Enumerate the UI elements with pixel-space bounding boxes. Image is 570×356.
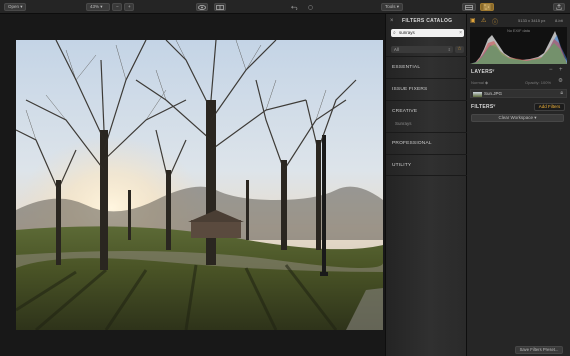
zoom-out-button[interactable]: − [112, 3, 122, 11]
right-panel: ▣ ⚠ ⓘ 5133 x 3415 px 8-bit No EXIF data … [467, 14, 570, 356]
histogram: No EXIF data [470, 27, 567, 64]
section-label: ESSENTIAL [392, 65, 421, 70]
catalog-section-issue-fixers[interactable]: ISSUE FIXERS [386, 78, 468, 100]
layers-toggle-icon[interactable]: ▾ [492, 68, 495, 74]
category-filter-value: All [394, 47, 399, 52]
tools-select[interactable]: Tools ▾ [381, 3, 403, 11]
clear-search-icon[interactable]: × [459, 29, 462, 37]
layer-name: Sun.JPG [484, 91, 503, 96]
favorites-icon[interactable]: ☆ [455, 46, 464, 53]
select-arrows-icon: ⇕ [447, 47, 451, 52]
info-icons: ▣ ⚠ ⓘ [470, 17, 520, 26]
clear-workspace-button[interactable]: Clear Workspace ▾ [471, 114, 564, 122]
filters-title[interactable]: FILTERS [471, 104, 494, 110]
catalog-section-essential[interactable]: ESSENTIAL [386, 56, 468, 78]
filters-catalog-panel: × FILTERS CATALOG ⌕ sunrays × All ⇕ ☆ ES… [385, 14, 468, 356]
lock-icon[interactable]: 🔒︎ [560, 90, 563, 96]
catalog-section-professional[interactable]: PROFESSIONAL [386, 132, 468, 154]
image-icon[interactable]: ▣ [470, 17, 476, 24]
section-label: PROFESSIONAL [392, 141, 432, 146]
section-label: CREATIVE [392, 109, 418, 114]
close-icon[interactable]: × [390, 18, 394, 24]
zoom-in-button[interactable]: + [124, 3, 134, 11]
filters-toggle-icon[interactable]: ▾ [493, 103, 496, 109]
remove-layer-button[interactable]: − [549, 67, 553, 73]
catalog-search-input[interactable]: ⌕ sunrays × [391, 29, 464, 37]
save-filters-preset-button[interactable]: Save Filters Preset... [515, 346, 563, 354]
sliders-icon[interactable] [480, 3, 494, 11]
open-button[interactable]: Open ▾ [4, 3, 26, 11]
info-icon[interactable]: ⓘ [492, 17, 498, 26]
catalog-section-creative[interactable]: CREATIVE Sunrays [386, 100, 468, 132]
top-toolbar: Open ▾ 43% ▾ − + Tools ▾ [0, 0, 570, 14]
catalog-title: FILTERS CATALOG [402, 18, 453, 24]
redo-icon[interactable] [304, 3, 316, 11]
blend-mode-select[interactable]: Normal ◆ [471, 80, 488, 85]
filter-item-sunrays[interactable]: Sunrays [395, 121, 412, 126]
add-layer-button[interactable]: + [559, 67, 563, 73]
undo-icon[interactable] [288, 3, 300, 11]
opacity-field[interactable]: Opacity: 100% [525, 80, 551, 85]
image-dimensions: 5133 x 3415 px [518, 18, 546, 23]
gear-icon[interactable]: ⚙ [558, 78, 563, 84]
section-label: ISSUE FIXERS [392, 87, 428, 92]
layers-title[interactable]: LAYERS [471, 69, 493, 75]
image-canvas[interactable] [0, 14, 385, 356]
photo-preview[interactable] [16, 40, 383, 330]
alert-icon[interactable]: ⚠ [481, 17, 486, 24]
bit-depth: 8-bit [555, 18, 563, 23]
export-icon[interactable] [553, 3, 565, 11]
zoom-select[interactable]: 43% ▾ [86, 3, 110, 11]
layer-row[interactable]: Sun.JPG 🔒︎ [470, 89, 567, 98]
search-value: sunrays [399, 30, 415, 35]
catalog-section-utility[interactable]: UTILITY [386, 154, 468, 176]
layer-thumbnail [473, 91, 482, 97]
section-label: UTILITY [392, 163, 412, 168]
search-icon: ⌕ [393, 30, 396, 36]
compare-icon[interactable] [214, 3, 226, 11]
panel-toggle-icon[interactable] [462, 3, 476, 11]
add-filters-button[interactable]: Add Filters [534, 103, 565, 111]
exif-label: No EXIF data [507, 29, 530, 33]
category-filter-select[interactable]: All ⇕ [391, 46, 453, 53]
eye-icon[interactable] [196, 3, 208, 11]
